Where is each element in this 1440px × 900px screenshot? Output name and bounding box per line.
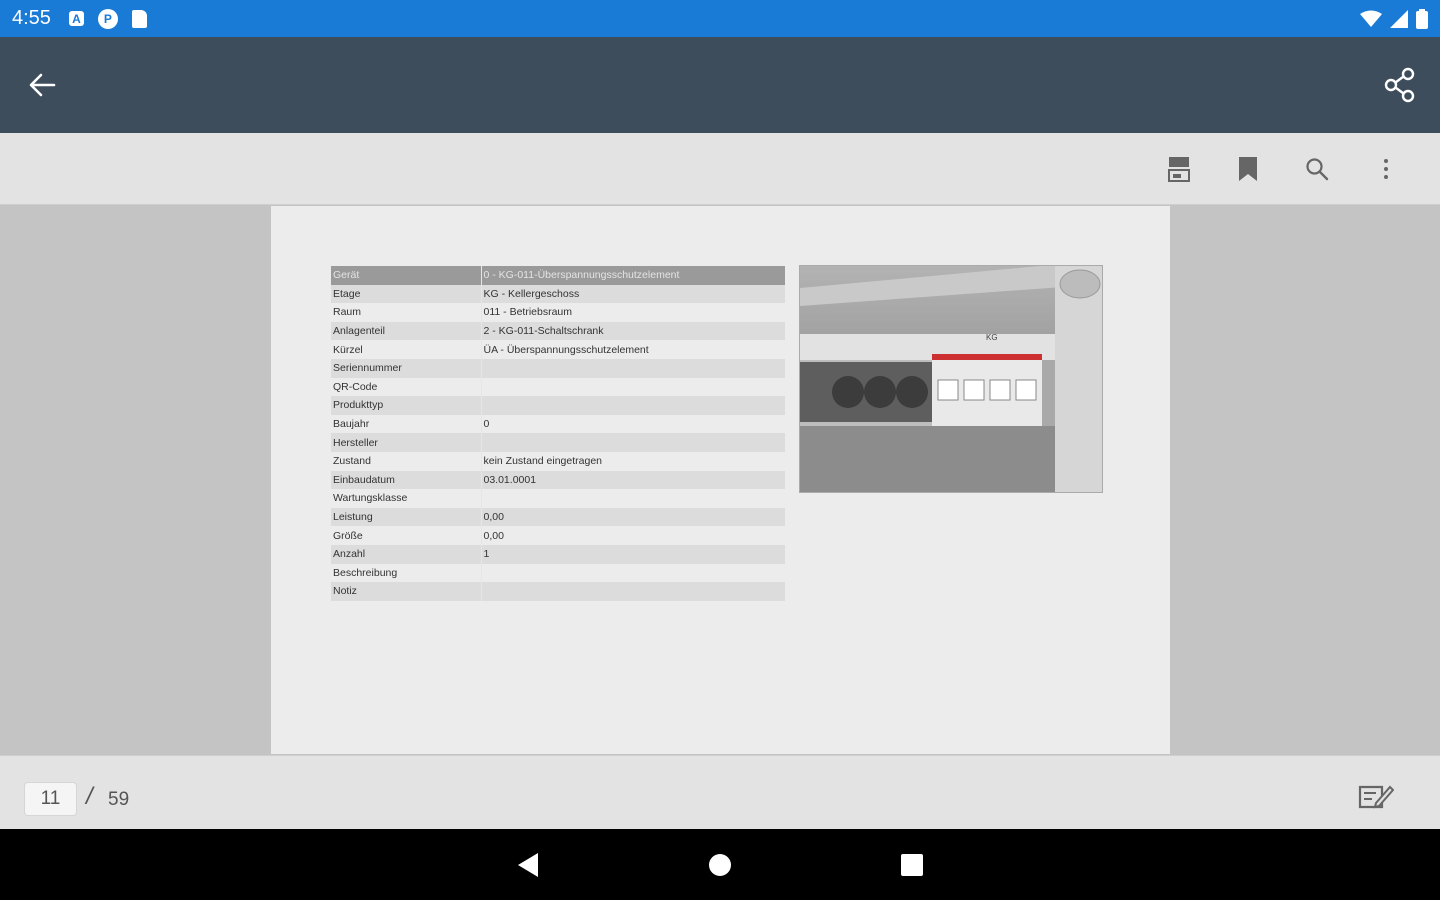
document-viewer[interactable]: Gerät 0 - KG-011-Überspannungsschutzelem…: [0, 206, 1440, 754]
more-vert-icon: [1384, 159, 1388, 179]
table-cell-value: 2 - KG-011-Schaltschrank: [481, 321, 785, 341]
app-bar: [0, 37, 1440, 133]
status-indicators: [1360, 8, 1428, 29]
table-cell-value: [481, 564, 785, 583]
nav-recents-button[interactable]: [896, 849, 928, 881]
table-cell-key: Etage: [331, 284, 482, 304]
pagination-bar: 11 / 59: [0, 755, 1440, 829]
battery-icon: [1416, 8, 1428, 29]
a-notification-icon: A: [68, 11, 84, 26]
nav-back-icon: [518, 853, 538, 877]
table-cell-key: Einbaudatum: [331, 470, 482, 490]
table-cell-value: kein Zustand eingetragen: [483, 455, 603, 468]
wifi-icon: [1360, 10, 1382, 27]
back-arrow-icon: [29, 73, 56, 97]
photo-label: KG: [986, 333, 998, 342]
document-page: Gerät 0 - KG-011-Überspannungsschutzelem…: [271, 206, 1170, 754]
table-cell-key: Gerät: [331, 266, 482, 285]
table-row: Wartungsklasse: [331, 489, 785, 508]
table-cell-value: ÜA - Überspannungsschutzelement: [483, 343, 649, 356]
page-separator: /: [86, 783, 93, 810]
table-row: Zustand kein Zustand eingetragen: [331, 451, 785, 471]
signal-icon: [1390, 9, 1408, 28]
status-time: 4:55: [12, 7, 51, 29]
nav-back-button[interactable]: [512, 849, 544, 881]
table-row: QR-Code: [331, 377, 785, 397]
table-cell-value: 0,00: [481, 507, 785, 527]
table-cell-key: Kürzel: [331, 340, 482, 359]
bookmark-button[interactable]: [1228, 149, 1268, 189]
table-row: Raum 011 - Betriebsraum: [331, 303, 785, 322]
back-button[interactable]: [22, 65, 62, 105]
search-icon: [1306, 158, 1329, 181]
table-cell-value: 011 - Betriebsraum: [483, 306, 573, 319]
table-cell-value: [481, 433, 785, 452]
share-button[interactable]: [1378, 63, 1422, 107]
table-cell-key: QR-Code: [331, 377, 482, 397]
table-cell-key: Größe: [331, 526, 482, 545]
table-row: Baujahr 0: [331, 414, 785, 434]
table-row: Größe 0,00: [331, 526, 785, 545]
table-cell-key: Anzahl: [331, 544, 482, 564]
table-cell-value: KG - Kellergeschoss: [481, 284, 785, 304]
table-cell-value: [481, 582, 785, 601]
table-row: Produkttyp: [331, 396, 785, 415]
page-number-input[interactable]: 11: [24, 782, 77, 816]
p-notification-icon: P: [97, 8, 118, 29]
table-cell-value: 1: [481, 544, 785, 564]
table-cell-key: Wartungsklasse: [331, 489, 482, 508]
more-options-button[interactable]: [1366, 149, 1406, 189]
table-row: Etage KG - Kellergeschoss: [331, 284, 785, 304]
table-cell-value: [481, 378, 785, 397]
table-row: Beschreibung: [331, 563, 785, 583]
table-cell-value: 0: [483, 418, 490, 431]
table-cell-value: [481, 489, 785, 508]
sd-card-icon: [131, 9, 147, 28]
table-cell-key: Anlagenteil: [331, 321, 482, 341]
table-row: Einbaudatum 03.01.0001: [331, 470, 785, 490]
table-cell-value: 0 - KG-011-Überspannungsschutzelement: [481, 266, 785, 285]
table-row: Anzahl 1: [331, 544, 785, 564]
table-cell-key: Hersteller: [331, 433, 482, 452]
table-cell-key: Zustand: [331, 451, 482, 471]
view-mode-icon: [1168, 157, 1190, 182]
document-toolbar: [0, 133, 1440, 205]
view-mode-button[interactable]: [1159, 149, 1199, 189]
search-button[interactable]: [1297, 149, 1337, 189]
table-cell-value: [481, 396, 785, 415]
annotate-button[interactable]: [1356, 778, 1396, 818]
table-cell-key: Baujahr: [331, 414, 482, 434]
property-table: Gerät 0 - KG-011-Überspannungsschutzelem…: [331, 266, 785, 601]
status-bar: 4:55 A P: [0, 0, 1440, 37]
table-row: Leistung 0,00: [331, 507, 785, 527]
table-row: Kürzel ÜA - Überspannungsschutzelement: [331, 340, 785, 359]
table-cell-key: Seriennummer: [331, 358, 482, 378]
system-navigation-bar: [0, 829, 1440, 900]
table-cell-value: 03.01.0001: [481, 470, 785, 490]
table-cell-key: Produkttyp: [331, 396, 482, 415]
page-total: 59: [108, 789, 130, 810]
device-photo-drawing: KG: [800, 266, 1102, 492]
device-photo: KG: [799, 265, 1103, 493]
table-cell-key: Notiz: [331, 582, 482, 601]
table-cell-value: [481, 358, 785, 378]
table-cell-value: 0,00: [483, 529, 504, 542]
table-cell-key: Raum: [331, 303, 482, 322]
bookmark-icon: [1239, 157, 1257, 181]
table-row: Seriennummer: [331, 358, 785, 378]
nav-home-button[interactable]: [704, 849, 736, 881]
nav-recents-icon: [901, 854, 923, 876]
table-header-row: Gerät 0 - KG-011-Überspannungsschutzelem…: [331, 266, 785, 285]
table-row: Notiz: [331, 582, 785, 601]
edit-note-icon: [1358, 785, 1394, 809]
share-icon: [1384, 67, 1415, 103]
table-row: Anlagenteil 2 - KG-011-Schaltschrank: [331, 321, 785, 341]
nav-home-icon: [709, 854, 731, 876]
table-cell-key: Leistung: [331, 507, 482, 527]
table-row: Hersteller: [331, 433, 785, 452]
table-cell-key: Beschreibung: [331, 563, 482, 583]
